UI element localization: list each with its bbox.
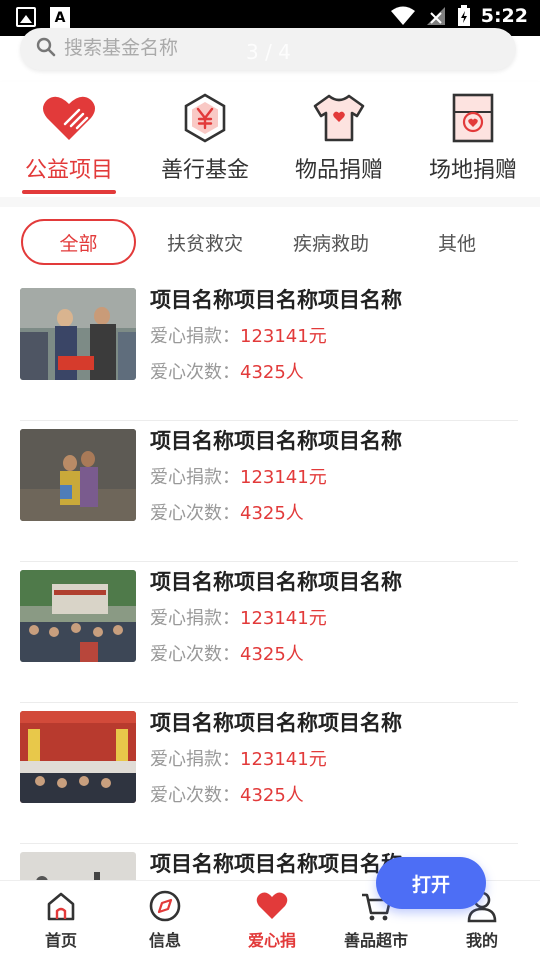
project-thumbnail xyxy=(20,429,136,521)
donation-label: 爱心捐款： xyxy=(150,467,240,488)
battery-charging-icon xyxy=(457,5,470,26)
tab-label: 信息 xyxy=(148,931,181,950)
project-thumbnail xyxy=(20,288,136,380)
donation-amount-row: 爱心捐款：123141元 xyxy=(150,604,327,630)
tab-label: 首页 xyxy=(44,931,77,950)
filter-all[interactable]: 全部 xyxy=(21,219,136,265)
heart-icon xyxy=(43,96,95,140)
category-label: 场地捐赠 xyxy=(428,158,517,183)
category-label: 公益项目 xyxy=(24,158,113,183)
count-value: 4325人 xyxy=(240,785,304,806)
project-list-item[interactable]: 项目名称项目名称项目名称 爱心捐款：123141元 爱心次数：4325人 xyxy=(20,280,518,421)
donation-value: 123141元 xyxy=(240,749,327,770)
tab-love-donate[interactable]: 爱心捐 xyxy=(222,889,322,951)
project-title: 项目名称项目名称项目名称 xyxy=(150,288,402,312)
home-icon xyxy=(47,892,75,921)
count-label: 爱心次数： xyxy=(150,644,240,665)
donation-label: 爱心捐款： xyxy=(150,608,240,629)
donation-count-row: 爱心次数：4325人 xyxy=(150,781,304,807)
wifi-icon xyxy=(390,6,415,25)
category-charity-projects[interactable]: 公益项目 xyxy=(9,92,129,184)
donation-value: 123141元 xyxy=(240,608,327,629)
tab-home[interactable]: 首页 xyxy=(11,889,111,951)
yen-hexagon-icon xyxy=(184,93,226,143)
donation-count-row: 爱心次数：4325人 xyxy=(150,499,304,525)
count-value: 4325人 xyxy=(240,503,304,524)
project-title: 项目名称项目名称项目名称 xyxy=(150,429,402,453)
compass-icon xyxy=(149,890,181,922)
project-list-item[interactable]: 项目名称项目名称项目名称 爱心捐款：123141元 爱心次数：4325人 xyxy=(20,703,518,844)
count-label: 爱心次数： xyxy=(150,785,240,806)
clock: 5:22 xyxy=(480,5,528,27)
category-label: 善行基金 xyxy=(160,158,249,183)
count-value: 4325人 xyxy=(240,362,304,383)
heart-icon xyxy=(256,892,288,919)
count-label: 爱心次数： xyxy=(150,362,240,383)
project-thumbnail xyxy=(20,570,136,662)
active-category-underline xyxy=(22,190,116,194)
donation-label: 爱心捐款： xyxy=(150,326,240,347)
donation-amount-row: 爱心捐款：123141元 xyxy=(150,322,327,348)
tab-info[interactable]: 信息 xyxy=(115,889,215,951)
category-venue-donation[interactable]: 场地捐赠 xyxy=(413,92,533,184)
count-label: 爱心次数： xyxy=(150,503,240,524)
signal-icon xyxy=(426,7,445,25)
category-label: 物品捐赠 xyxy=(294,158,383,183)
donation-label: 爱心捐款： xyxy=(150,749,240,770)
search-icon xyxy=(36,37,56,57)
donation-amount-row: 爱心捐款：123141元 xyxy=(150,463,327,489)
donation-value: 123141元 xyxy=(240,467,327,488)
category-charity-fund[interactable]: 善行基金 xyxy=(145,92,265,184)
tshirt-icon xyxy=(313,94,365,142)
tab-label: 善品超市 xyxy=(343,931,408,950)
venue-heart-icon xyxy=(452,93,494,143)
category-nav: 公益项目 善行基金 物品捐赠 场地捐赠 xyxy=(0,82,540,197)
project-list-item[interactable]: 项目名称项目名称项目名称 爱心捐款：123141元 爱心次数：4325人 xyxy=(20,421,518,562)
page-indicator: 3 / 4 xyxy=(246,40,291,64)
category-item-donation[interactable]: 物品捐赠 xyxy=(279,92,399,184)
filter-bar: 全部 扶贫救灾 疾病救助 其他 xyxy=(0,214,540,272)
project-list-item[interactable]: 项目名称项目名称项目名称 爱心捐款：123141元 爱心次数：4325人 xyxy=(20,562,518,703)
open-app-button[interactable]: 打开 xyxy=(376,857,486,909)
tab-label: 爱心捐 xyxy=(247,931,296,950)
section-divider xyxy=(0,197,540,207)
donation-count-row: 爱心次数：4325人 xyxy=(150,358,304,384)
filter-disease-relief[interactable]: 疾病救助 xyxy=(276,219,386,265)
project-title: 项目名称项目名称项目名称 xyxy=(150,711,402,735)
gallery-icon xyxy=(16,7,36,27)
tab-label: 我的 xyxy=(465,931,498,950)
search-input[interactable] xyxy=(64,34,364,62)
count-value: 4325人 xyxy=(240,644,304,665)
a-notification-icon: A xyxy=(50,7,70,29)
project-title: 项目名称项目名称项目名称 xyxy=(150,570,402,594)
donation-amount-row: 爱心捐款：123141元 xyxy=(150,745,327,771)
donation-value: 123141元 xyxy=(240,326,327,347)
filter-other[interactable]: 其他 xyxy=(402,219,512,265)
filter-poverty-disaster[interactable]: 扶贫救灾 xyxy=(150,219,260,265)
donation-count-row: 爱心次数：4325人 xyxy=(150,640,304,666)
project-thumbnail xyxy=(20,711,136,803)
project-title: 项目名称项目名称项目名称 xyxy=(150,852,402,876)
